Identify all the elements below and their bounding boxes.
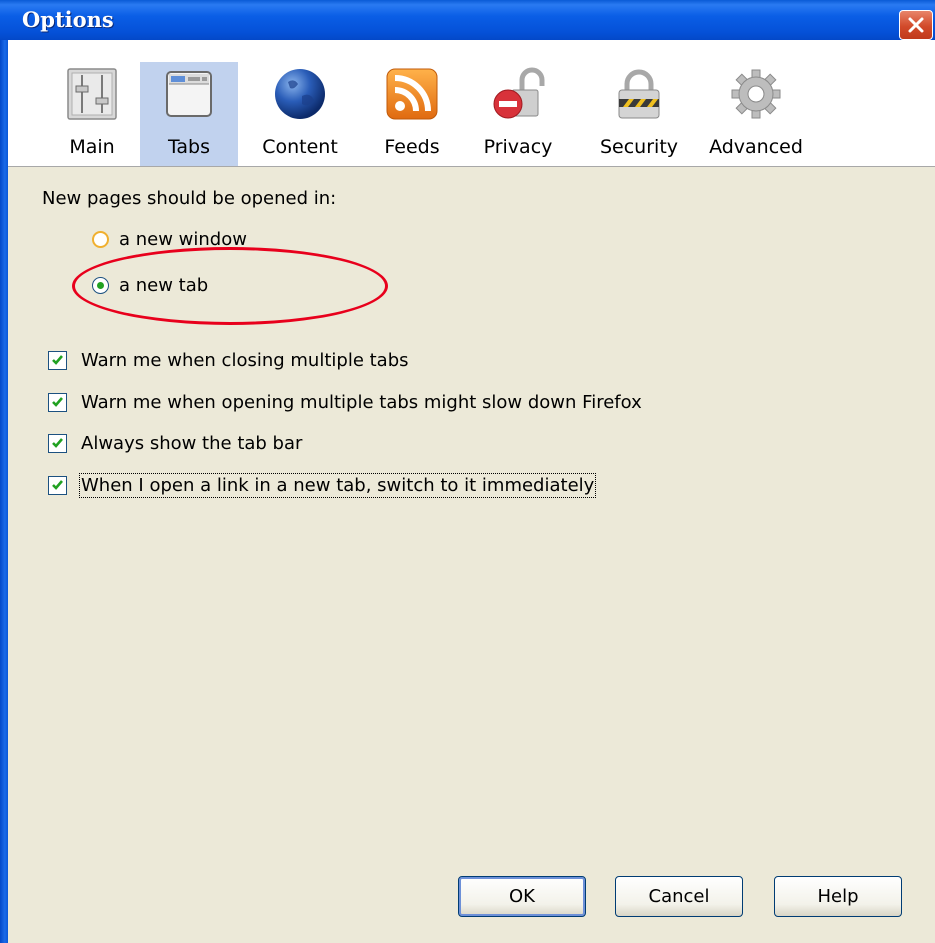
rss-feed-icon	[386, 68, 438, 120]
checkbox-warn-closing-label: Warn me when closing multiple tabs	[81, 349, 409, 371]
pane-content[interactable]: Content	[250, 62, 350, 166]
pane-security[interactable]: Security	[586, 62, 692, 166]
tabs-pane: New pages should be opened in: a new win…	[8, 167, 935, 943]
pane-feeds-label: Feeds	[384, 136, 440, 158]
gear-icon	[731, 69, 781, 119]
help-button[interactable]: Help	[774, 876, 902, 917]
checkbox-switch-to-tab-box[interactable]	[48, 475, 67, 495]
checkbox-warn-opening-box[interactable]	[48, 392, 67, 412]
checkbox-show-tab-bar-label: Always show the tab bar	[81, 432, 303, 454]
pane-main-label: Main	[69, 136, 115, 158]
pane-security-label: Security	[599, 136, 679, 158]
checkbox-switch-to-tab[interactable]: When I open a link in a new tab, switch …	[48, 472, 597, 498]
pane-feeds[interactable]: Feeds	[372, 62, 452, 166]
check-mark-icon	[52, 354, 63, 365]
checkbox-warn-closing-box[interactable]	[48, 350, 67, 370]
checkbox-show-tab-bar-box[interactable]	[48, 433, 67, 453]
check-mark-icon	[52, 479, 63, 490]
pane-tabs[interactable]: Tabs	[140, 62, 238, 166]
close-icon	[908, 17, 924, 33]
main-sliders-icon	[67, 68, 117, 120]
window-border	[0, 40, 8, 943]
pane-advanced-label: Advanced	[709, 136, 803, 158]
radio-new-window[interactable]: a new window	[92, 227, 247, 251]
checkbox-warn-opening[interactable]: Warn me when opening multiple tabs might…	[48, 389, 642, 415]
pane-privacy-label: Privacy	[483, 136, 553, 158]
radio-new-tab-label: a new tab	[119, 274, 209, 296]
ok-button[interactable]: OK	[458, 876, 586, 917]
checkbox-switch-to-tab-label: When I open a link in a new tab, switch …	[78, 472, 597, 498]
privacy-lock-icon	[493, 67, 545, 119]
pane-privacy[interactable]: Privacy	[470, 62, 566, 166]
checkbox-warn-closing[interactable]: Warn me when closing multiple tabs	[48, 347, 409, 373]
open-in-label: New pages should be opened in:	[42, 188, 337, 209]
preferences-toolbar: Main Tabs Content Feeds Privacy Security…	[8, 40, 935, 167]
radio-new-window-label: a new window	[119, 228, 247, 250]
check-mark-icon	[52, 437, 63, 448]
pane-advanced[interactable]: Advanced	[702, 62, 810, 166]
radio-new-tab[interactable]: a new tab	[92, 273, 208, 297]
pane-tabs-label: Tabs	[167, 136, 211, 158]
radio-new-tab-button[interactable]	[92, 276, 109, 294]
options-dialog: Options Main Tabs Content Feeds Privacy …	[0, 0, 935, 943]
globe-icon	[275, 69, 325, 119]
radio-new-window-button[interactable]	[92, 230, 109, 248]
title-bar[interactable]: Options	[0, 0, 935, 40]
check-mark-icon	[52, 396, 63, 407]
close-button[interactable]	[899, 10, 933, 40]
pane-content-label: Content	[262, 136, 338, 158]
checkbox-show-tab-bar[interactable]: Always show the tab bar	[48, 430, 302, 456]
cancel-button[interactable]: Cancel	[615, 876, 743, 917]
checkbox-warn-opening-label: Warn me when opening multiple tabs might…	[81, 391, 642, 413]
window-title: Options	[22, 7, 114, 32]
pane-main[interactable]: Main	[48, 62, 136, 166]
tabs-window-icon	[166, 71, 212, 117]
security-padlock-icon	[618, 69, 660, 119]
